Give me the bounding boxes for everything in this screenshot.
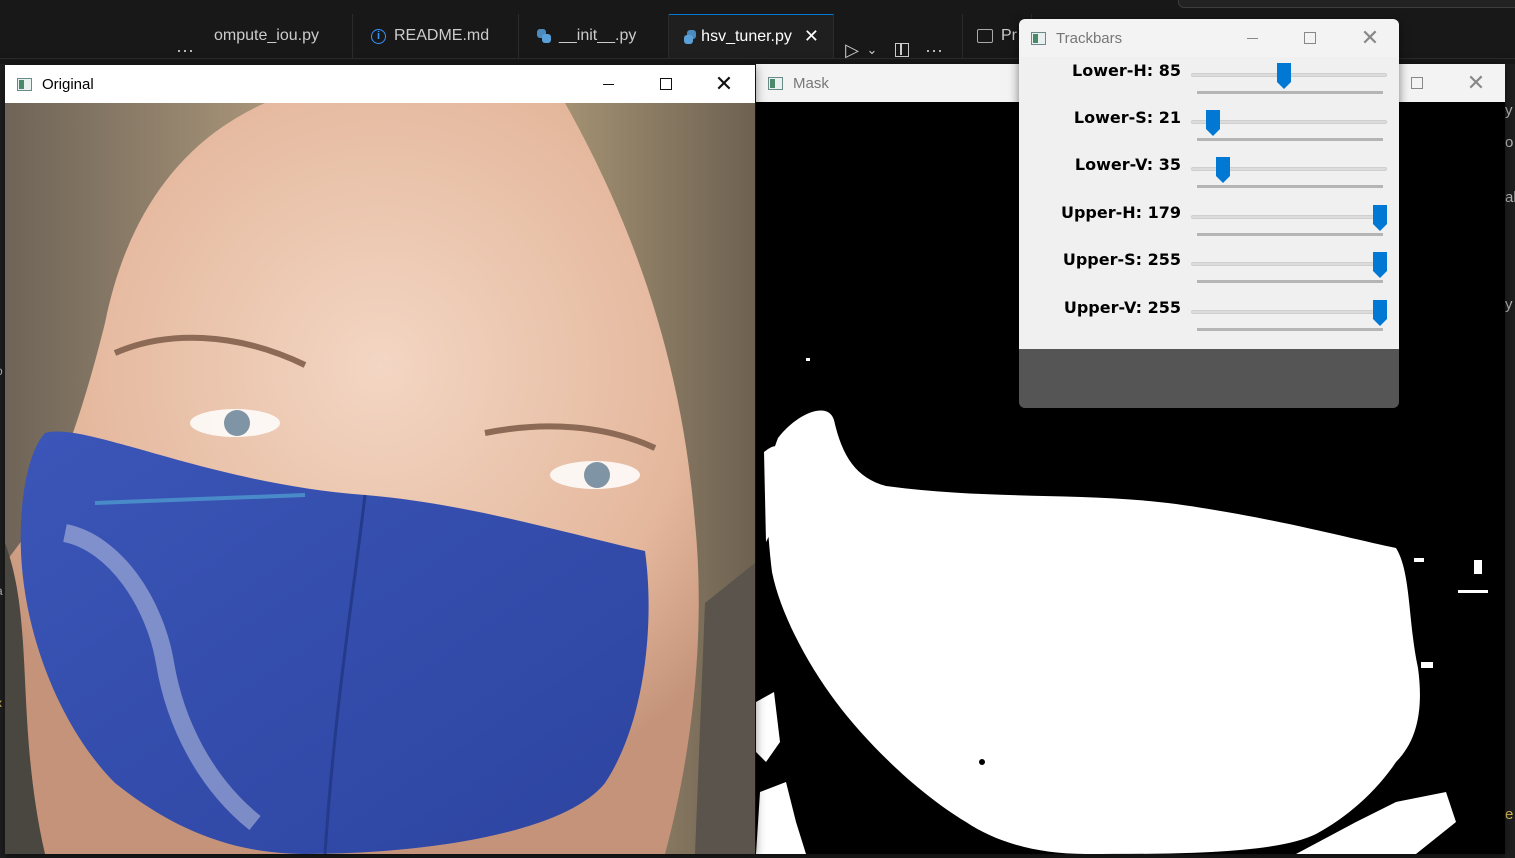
maximize-button[interactable] — [1394, 64, 1440, 102]
chevron-down-icon: ⌄ — [866, 42, 878, 57]
ellipsis-icon: ··· — [925, 39, 943, 60]
original-title-bar[interactable]: Original ✕ — [5, 65, 755, 103]
slider-track[interactable] — [1191, 310, 1387, 314]
maximize-button[interactable] — [643, 65, 689, 103]
trackbars-window[interactable]: Trackbars ✕ Lower-H: 85 Lower-S: 21 Lowe… — [1019, 19, 1399, 408]
tab-compute-iou[interactable]: ompute_iou.py — [212, 14, 353, 58]
close-button[interactable]: ✕ — [701, 65, 747, 103]
minimize-button[interactable] — [585, 65, 631, 103]
opencv-window-icon — [768, 76, 783, 90]
window-title: Original — [42, 75, 94, 93]
tab-label: hsv_tuner.py — [701, 27, 792, 45]
code-fragment: x — [0, 696, 2, 710]
info-icon: i — [371, 28, 386, 44]
preview-icon — [977, 29, 993, 43]
slider-lower-s: Lower-S: 21 — [1019, 108, 1399, 155]
slider-ticks — [1197, 91, 1383, 94]
slider-lower-h: Lower-H: 85 — [1019, 61, 1399, 108]
slider-thumb[interactable] — [1373, 300, 1387, 326]
slider-ticks — [1197, 138, 1383, 141]
original-image — [5, 103, 755, 854]
slider-thumb[interactable] — [1373, 205, 1387, 231]
code-fragment: a — [0, 584, 3, 598]
slider-label: Lower-S: 21 — [1073, 108, 1181, 127]
split-editor-icon — [895, 43, 909, 57]
slider-thumb[interactable] — [1215, 157, 1230, 183]
maximize-button[interactable] — [1287, 19, 1333, 57]
slider-ticks — [1197, 328, 1383, 331]
command-center-search[interactable] — [1178, 0, 1515, 8]
slider-ticks — [1197, 185, 1383, 188]
slider-ticks — [1197, 233, 1383, 236]
tab-label: ompute_iou.py — [214, 27, 319, 44]
slider-upper-h: Upper-H: 179 — [1019, 203, 1399, 250]
code-fragment: al — [1505, 189, 1515, 206]
close-tab-icon[interactable]: ✕ — [804, 26, 819, 47]
close-button[interactable]: ✕ — [1453, 64, 1499, 102]
slider-track[interactable] — [1191, 262, 1387, 266]
slider-track[interactable] — [1191, 120, 1387, 124]
editor-right-edge: y o al y e — [1505, 64, 1515, 858]
slider-ticks — [1197, 280, 1383, 283]
face-with-mask-image — [5, 103, 755, 854]
minimize-button[interactable] — [1229, 19, 1275, 57]
slider-label: Upper-V: 255 — [1063, 298, 1181, 317]
slider-thumb[interactable] — [1373, 252, 1387, 278]
code-fragment: y — [1505, 296, 1513, 313]
tab-init[interactable]: __init__.py — [519, 14, 669, 58]
window-title: Mask — [793, 74, 829, 92]
tab-label: Pr — [1001, 27, 1017, 44]
tab-label: __init__.py — [559, 27, 637, 44]
slider-lower-v: Lower-V: 35 — [1019, 155, 1399, 202]
trackbar-empty-area — [1019, 349, 1399, 408]
slider-upper-v: Upper-V: 255 — [1019, 298, 1399, 345]
tab-label: README.md — [394, 27, 490, 44]
opencv-window-icon — [1031, 31, 1046, 45]
python-icon — [537, 29, 551, 43]
trackbar-panel: Lower-H: 85 Lower-S: 21 Lower-V: 35 Uppe… — [1019, 57, 1399, 349]
tab-readme[interactable]: i README.md — [353, 14, 519, 58]
code-fragment: y — [1505, 102, 1513, 119]
slider-thumb[interactable] — [1205, 110, 1220, 136]
slider-thumb[interactable] — [1277, 63, 1292, 89]
slider-upper-s: Upper-S: 255 — [1019, 250, 1399, 297]
slider-track[interactable] — [1191, 215, 1387, 219]
play-icon: ▷ — [845, 39, 859, 60]
code-fragment: o — [0, 364, 3, 378]
original-window[interactable]: Original ✕ — [5, 65, 755, 854]
slider-label: Lower-V: 35 — [1074, 155, 1181, 174]
slider-label: Lower-H: 85 — [1072, 61, 1181, 80]
close-button[interactable]: ✕ — [1347, 19, 1393, 57]
window-title: Trackbars — [1056, 29, 1123, 47]
tab-hsv-tuner[interactable]: hsv_tuner.py ✕ — [669, 14, 834, 58]
trackbars-title-bar[interactable]: Trackbars ✕ — [1019, 19, 1399, 57]
code-fragment: e — [1505, 806, 1514, 823]
slider-label: Upper-H: 179 — [1060, 203, 1181, 222]
opencv-window-icon — [17, 77, 32, 91]
slider-label: Upper-S: 255 — [1062, 250, 1181, 269]
python-icon — [684, 29, 697, 44]
ellipsis-icon: ··· — [176, 39, 194, 60]
code-fragment: o — [1505, 134, 1514, 151]
